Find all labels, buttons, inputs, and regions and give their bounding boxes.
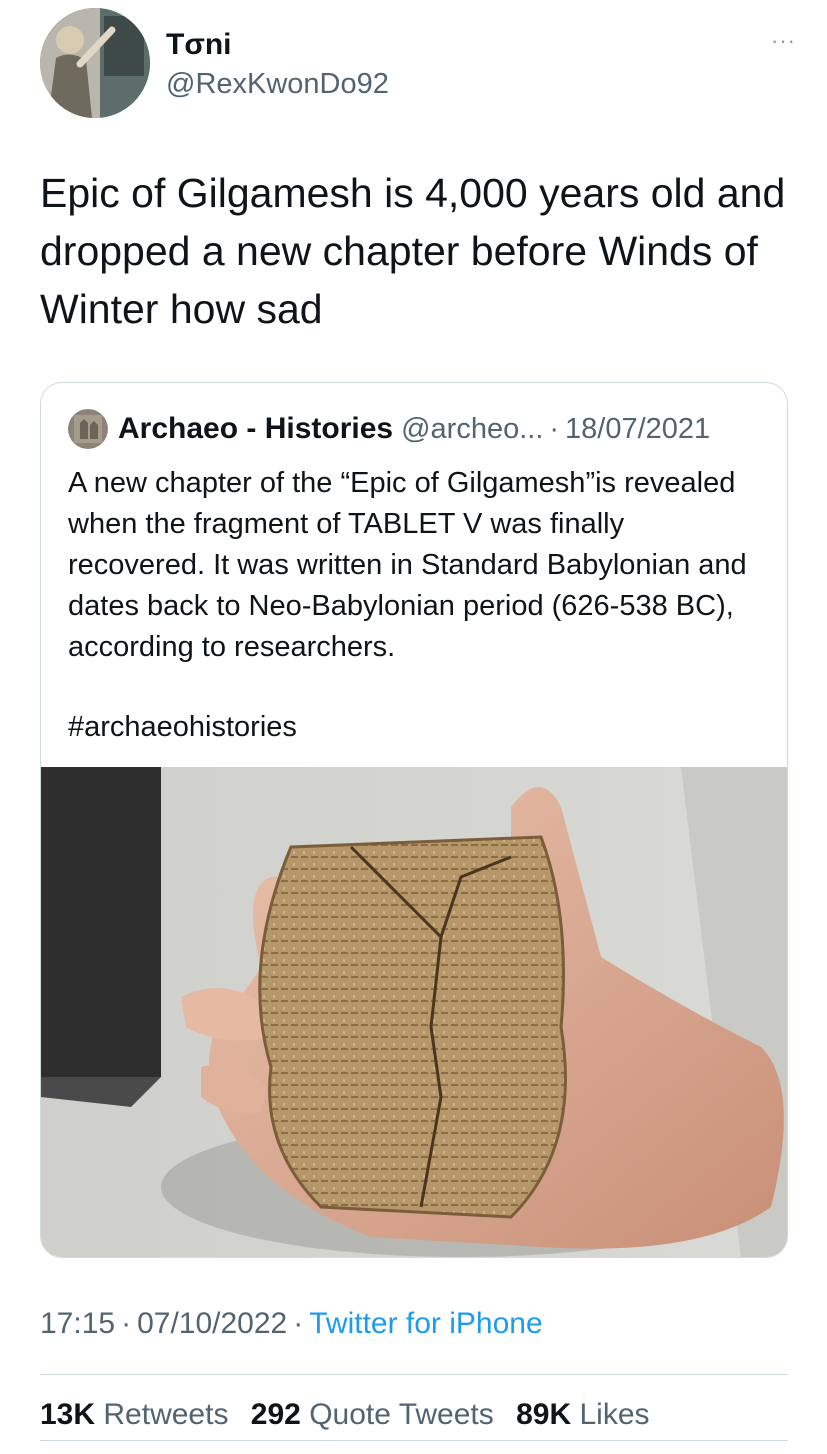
tweet-header: Tσni @RexKwonDo92 ··· xyxy=(40,8,800,120)
quote-tweets-label: Quote Tweets xyxy=(309,1398,494,1431)
separator-dot: · xyxy=(549,412,560,445)
tweet-text: Epic of Gilgamesh is 4,000 years old and… xyxy=(40,170,786,332)
tweet-time: 17:15 xyxy=(40,1307,116,1340)
clay-tablet-image-icon xyxy=(41,767,787,1257)
likes-stat[interactable]: 89K Likes xyxy=(516,1398,649,1431)
author-name[interactable]: Tσni xyxy=(166,28,232,62)
profile-photo-icon xyxy=(40,8,150,118)
retweets-count: 13K xyxy=(40,1398,96,1431)
tweet-source-link[interactable]: Twitter for iPhone xyxy=(309,1307,542,1340)
quoted-tweet-text: A new chapter of the “Epic of Gilgamesh”… xyxy=(68,467,747,663)
author-avatar[interactable] xyxy=(40,8,150,118)
relief-avatar-icon xyxy=(68,409,108,449)
quoted-tweet-hashtag[interactable]: #archaeohistories xyxy=(68,711,297,744)
quoted-tweet-date: 18/07/2021 xyxy=(565,412,711,445)
quote-tweets-count: 292 xyxy=(250,1398,301,1431)
tweet-stats: 13K Retweets 292 Quote Tweets 89K Likes xyxy=(40,1398,664,1432)
tweet-meta: 17:15 · 07/10/2022 · Twitter for iPhone xyxy=(40,1307,543,1341)
retweets-label: Retweets xyxy=(103,1398,229,1431)
separator-dot: · xyxy=(121,1307,132,1340)
separator-dot: · xyxy=(293,1307,304,1340)
quote-tweets-stat[interactable]: 292 Quote Tweets xyxy=(251,1398,494,1431)
quoted-tweet-header: Archaeo - Histories @archeo... · 18/07/2… xyxy=(68,409,710,449)
tweet-date: 07/10/2022 xyxy=(137,1307,288,1340)
quoted-author-avatar xyxy=(68,409,108,449)
quoted-author-name: Archaeo - Histories xyxy=(118,412,394,445)
divider xyxy=(40,1440,788,1441)
more-options-icon[interactable]: ··· xyxy=(771,30,796,52)
likes-count: 89K xyxy=(516,1398,572,1431)
divider xyxy=(40,1374,788,1375)
quoted-author-handle: @archeo... xyxy=(401,412,544,445)
likes-label: Likes xyxy=(579,1398,650,1431)
quoted-tweet-card[interactable]: Archaeo - Histories @archeo... · 18/07/2… xyxy=(40,382,788,1258)
clay-tablet-photo[interactable] xyxy=(41,767,787,1257)
retweets-stat[interactable]: 13K Retweets xyxy=(40,1398,228,1431)
author-handle[interactable]: @RexKwonDo92 xyxy=(166,68,389,101)
